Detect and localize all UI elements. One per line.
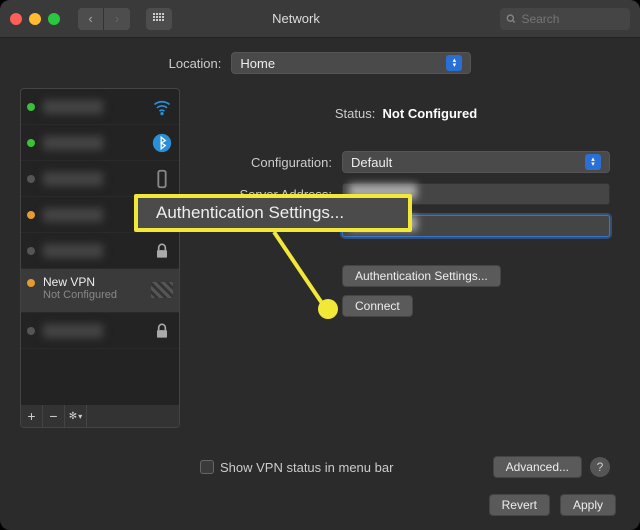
status-dot-icon	[27, 175, 35, 183]
configuration-label: Configuration:	[202, 155, 332, 170]
zoom-icon[interactable]	[48, 13, 60, 25]
chevron-down-icon: ▾	[78, 412, 82, 421]
service-name: New VPN	[43, 275, 117, 289]
action-menu-button[interactable]: ✻▾	[65, 405, 87, 427]
gear-icon: ✻	[69, 411, 77, 422]
help-button[interactable]: ?	[590, 457, 610, 477]
list-item[interactable]	[21, 161, 179, 197]
detail-pane: Status: Not Configured Configuration: De…	[192, 88, 620, 428]
advanced-button[interactable]: Advanced...	[493, 456, 582, 478]
remove-service-button[interactable]: −	[43, 405, 65, 427]
window-title: Network	[100, 11, 492, 26]
service-status: Not Configured	[43, 289, 117, 301]
show-vpn-status-checkbox[interactable]	[200, 460, 214, 474]
apply-button[interactable]: Apply	[560, 494, 616, 516]
list-item-new-vpn[interactable]: New VPN Not Configured	[21, 269, 179, 313]
phone-icon	[151, 168, 173, 190]
connect-button-row: Connect	[342, 295, 610, 317]
chevron-updown-icon: ▴▾	[446, 55, 462, 71]
wifi-icon	[151, 96, 173, 118]
status-dot-icon	[27, 327, 35, 335]
location-label: Location:	[169, 56, 222, 71]
vpn-icon	[151, 279, 173, 301]
service-name	[43, 208, 103, 222]
list-item[interactable]	[21, 89, 179, 125]
sidebar-footer: + − ✻▾	[21, 405, 179, 427]
status-dot-icon	[27, 139, 35, 147]
status-dot-icon	[27, 211, 35, 219]
status-dot-icon	[27, 103, 35, 111]
list-item[interactable]	[21, 313, 179, 349]
minimize-icon[interactable]	[29, 13, 41, 25]
configuration-row: Configuration: Default ▴▾	[202, 151, 610, 173]
status-row: Status: Not Configured	[202, 106, 610, 121]
location-select[interactable]: Home ▴▾	[231, 52, 471, 74]
search-field[interactable]	[500, 8, 630, 30]
revert-button[interactable]: Revert	[489, 494, 550, 516]
traffic-lights	[10, 13, 60, 25]
authentication-settings-button[interactable]: Authentication Settings...	[342, 265, 501, 287]
annotation-text: Authentication Settings...	[156, 203, 344, 223]
show-vpn-status-label: Show VPN status in menu bar	[220, 460, 393, 475]
titlebar: ‹ › Network	[0, 0, 640, 38]
status-value: Not Configured	[383, 106, 478, 121]
search-input[interactable]	[521, 12, 624, 26]
network-prefs-window: ‹ › Network Location: Home ▴▾	[0, 0, 640, 530]
auth-button-row: Authentication Settings...	[342, 265, 610, 287]
close-icon[interactable]	[10, 13, 22, 25]
service-name	[43, 136, 103, 150]
service-name	[43, 244, 103, 258]
list-item[interactable]	[21, 125, 179, 161]
location-row: Location: Home ▴▾	[0, 38, 640, 88]
add-service-button[interactable]: +	[21, 405, 43, 427]
configuration-value: Default	[351, 155, 392, 170]
service-name	[43, 172, 103, 186]
search-icon	[506, 13, 516, 25]
footer-buttons: Revert Apply	[489, 494, 616, 516]
annotation-dot	[318, 299, 338, 319]
lock-icon	[151, 240, 173, 262]
annotation-callout: Authentication Settings...	[134, 194, 412, 232]
list-item[interactable]	[21, 233, 179, 269]
service-list[interactable]: New VPN Not Configured + − ✻▾	[20, 88, 180, 428]
location-value: Home	[240, 56, 275, 71]
service-name	[43, 100, 103, 114]
main-area: New VPN Not Configured + − ✻▾	[0, 88, 640, 428]
configuration-select[interactable]: Default ▴▾	[342, 151, 610, 173]
status-dot-icon	[27, 247, 35, 255]
status-dot-icon	[27, 279, 35, 287]
service-name	[43, 324, 103, 338]
bottom-options-row: Show VPN status in menu bar Advanced... …	[200, 456, 610, 478]
connect-button[interactable]: Connect	[342, 295, 413, 317]
status-label: Status:	[335, 106, 375, 121]
chevron-updown-icon: ▴▾	[585, 154, 601, 170]
bluetooth-icon	[151, 132, 173, 154]
lock-icon	[151, 320, 173, 342]
